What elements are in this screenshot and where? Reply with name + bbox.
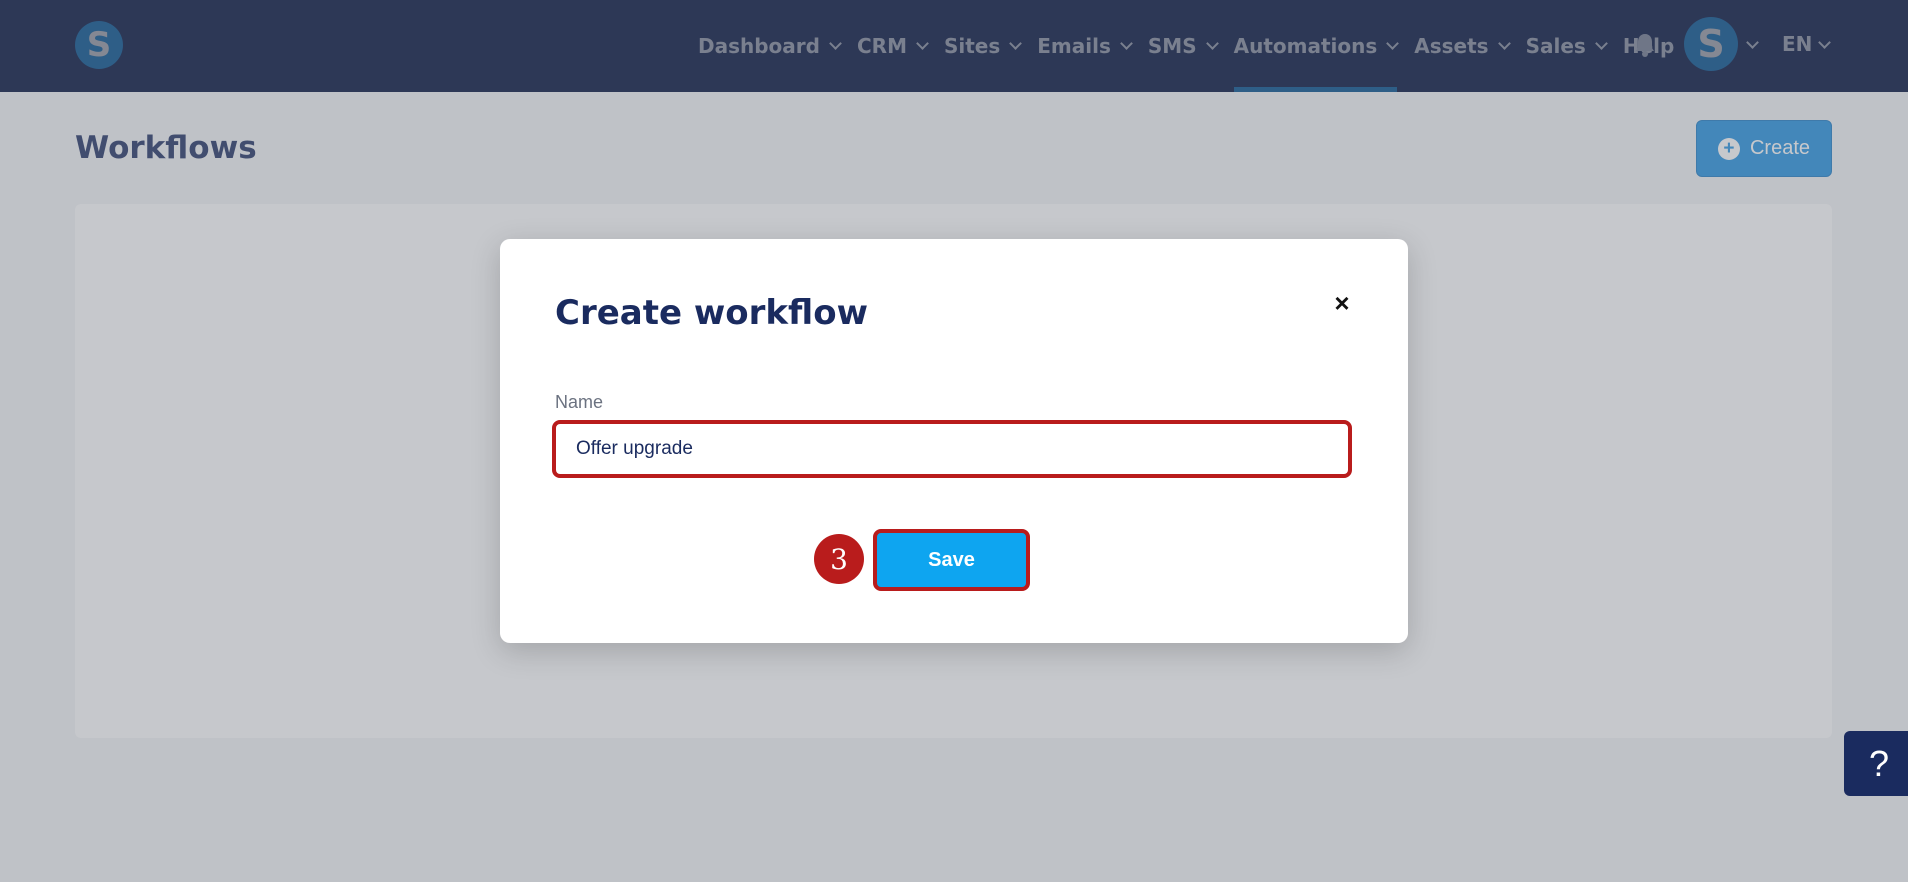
workflow-name-input[interactable] — [552, 420, 1352, 478]
modal-backdrop-nav — [0, 0, 1908, 92]
help-widget-button[interactable]: ? — [1844, 731, 1908, 796]
create-workflow-modal: Create workflow × Name 3 Save — [500, 239, 1408, 643]
name-field-label: Name — [555, 392, 604, 412]
step-number-badge: 3 — [814, 534, 864, 584]
save-button[interactable]: Save — [873, 529, 1030, 591]
close-icon[interactable]: × — [1330, 290, 1354, 316]
modal-title: Create workflow — [555, 293, 868, 333]
